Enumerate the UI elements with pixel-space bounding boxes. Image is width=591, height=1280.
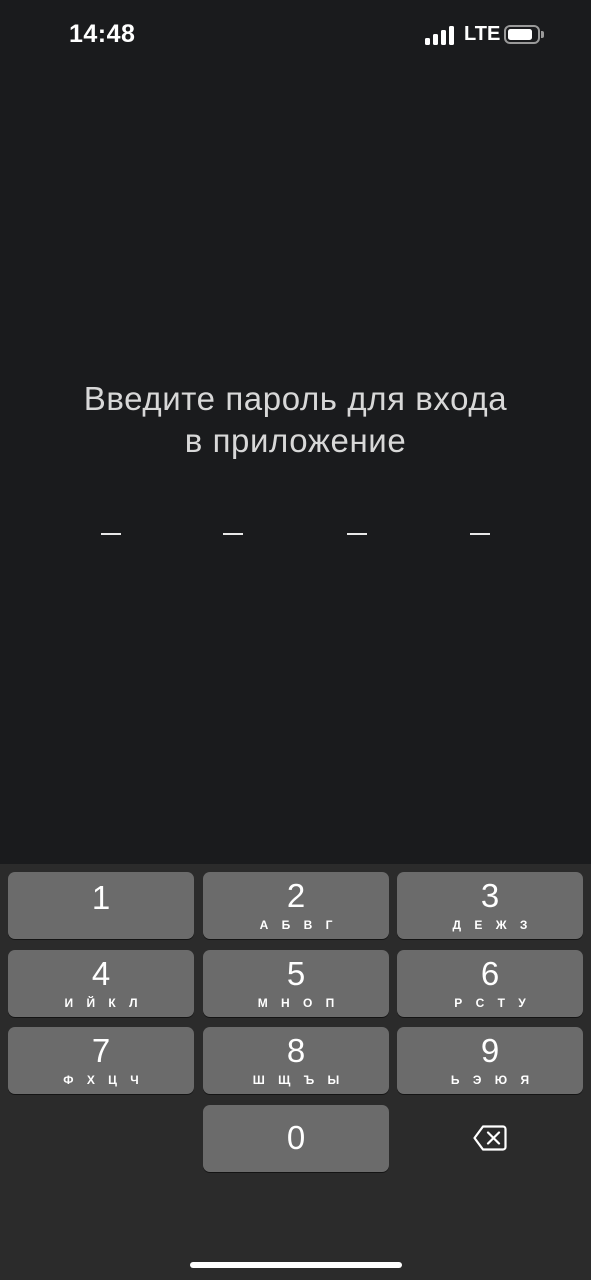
key-digit: 1 (91, 879, 111, 916)
pin-slot (101, 533, 121, 535)
key-digit: 7 (91, 1032, 111, 1069)
pin-indicator (0, 533, 591, 537)
network-type: LTE (464, 23, 501, 45)
key-letters: А Б В Г (259, 918, 338, 932)
prompt-line-2: в приложение (184, 422, 407, 459)
status-bar: 14:48 LTE (0, 0, 591, 70)
key-8[interactable]: 8 Ш Щ Ъ Ы (203, 1027, 389, 1094)
key-digit: 2 (286, 877, 306, 914)
key-4[interactable]: 4 И Й К Л (8, 950, 194, 1017)
key-9[interactable]: 9 Ь Э Ю Я (397, 1027, 583, 1094)
key-digit: 3 (480, 877, 500, 914)
key-letters: Р С Т У (454, 996, 531, 1010)
key-digit: 0 (286, 1119, 306, 1156)
passcode-screen: 14:48 LTE Введите пароль для входа в при… (0, 0, 591, 1280)
key-digit: 9 (480, 1032, 500, 1069)
key-3[interactable]: 3 Д Е Ж З (397, 872, 583, 939)
battery-cap (541, 31, 544, 38)
key-2[interactable]: 2 А Б В Г (203, 872, 389, 939)
key-letters: Д Е Ж З (452, 918, 533, 932)
delete-button[interactable] (397, 1105, 583, 1172)
battery-level (508, 29, 532, 40)
key-digit: 8 (286, 1032, 306, 1069)
key-7[interactable]: 7 Ф Х Ц Ч (8, 1027, 194, 1094)
battery-icon (504, 25, 540, 44)
key-letters: Ф Х Ц Ч (63, 1073, 144, 1087)
signal-strength-icon (425, 25, 457, 45)
key-digit: 4 (91, 955, 111, 992)
key-digit: 6 (480, 955, 500, 992)
key-letters: Ь Э Ю Я (450, 1073, 535, 1087)
prompt-line-1: Введите пароль для входа (83, 380, 508, 417)
key-6[interactable]: 6 Р С Т У (397, 950, 583, 1017)
backspace-icon (473, 1125, 507, 1151)
pin-slot (470, 533, 490, 535)
key-letters: М Н О П (257, 996, 340, 1010)
key-5[interactable]: 5 М Н О П (203, 950, 389, 1017)
key-digit: 5 (286, 955, 306, 992)
passcode-prompt: Введите пароль для входа в приложение (0, 378, 591, 462)
key-letters: Ш Щ Ъ Ы (252, 1073, 345, 1087)
key-letters: И Й К Л (64, 996, 143, 1010)
pin-slot (223, 533, 243, 535)
pin-slot (347, 533, 367, 535)
home-indicator[interactable] (190, 1262, 402, 1268)
status-time: 14:48 (69, 20, 136, 48)
key-0[interactable]: 0 (203, 1105, 389, 1172)
key-1[interactable]: 1 (8, 872, 194, 939)
